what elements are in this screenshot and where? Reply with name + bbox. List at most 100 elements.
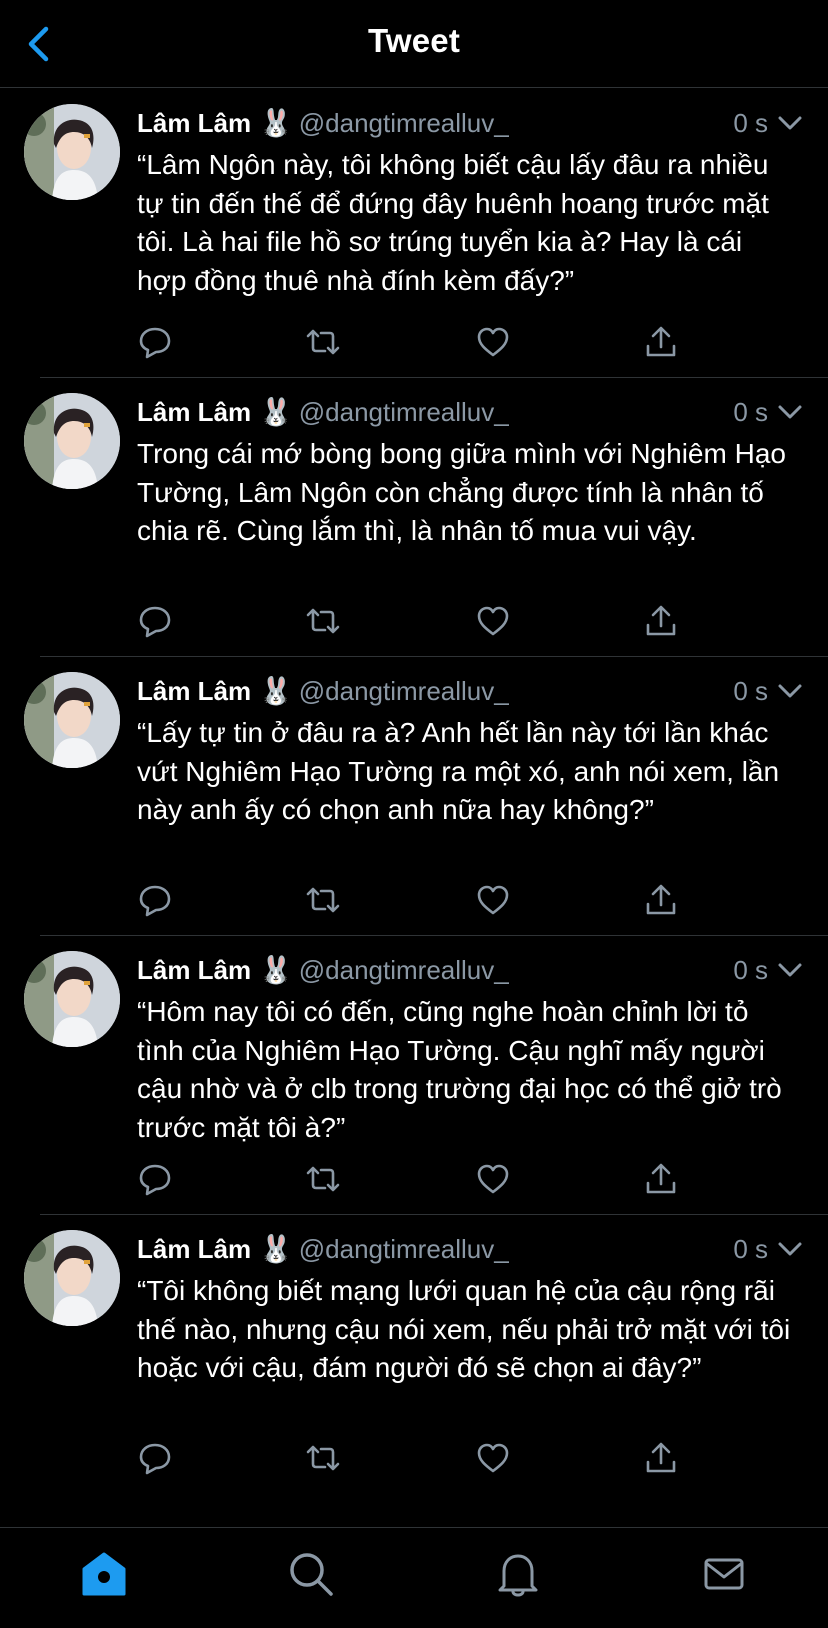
- reply-button[interactable]: [137, 1161, 173, 1197]
- tweet-feed[interactable]: Lâm Lâm 🐰 @dangtimrealluv_ 0 s “Lâm Ngôn này…: [0, 89, 828, 1527]
- share-button[interactable]: [643, 1161, 679, 1197]
- tweet-actions: [137, 1440, 677, 1480]
- tweet-item[interactable]: Lâm Lâm 🐰 @dangtimrealluv_ 0 s “Tôi không bi…: [0, 1215, 828, 1504]
- user-handle[interactable]: @dangtimrealluv_: [299, 397, 509, 428]
- tweet-header: Lâm Lâm 🐰 @dangtimrealluv_ 0 s: [137, 671, 804, 711]
- avatar-photo: [24, 951, 120, 1047]
- like-icon: [477, 1164, 509, 1194]
- tweet-item[interactable]: Lâm Lâm 🐰 @dangtimrealluv_ 0 s “Lâm Ngôn này…: [0, 89, 828, 378]
- avatar-photo: [24, 104, 120, 200]
- tweet-timestamp: 0 s: [733, 1233, 768, 1264]
- rabbit-emoji: 🐰: [259, 676, 293, 706]
- avatar[interactable]: [24, 951, 120, 1047]
- retweet-button[interactable]: [305, 603, 341, 639]
- avatar-photo: [24, 393, 120, 489]
- reply-icon: [139, 885, 171, 917]
- avatar[interactable]: [24, 104, 120, 200]
- tab-notifications[interactable]: [494, 1550, 542, 1598]
- share-icon: [646, 605, 676, 636]
- share-icon: [646, 884, 676, 915]
- tweet-text: “Tôi không biết mạng lưới quan hệ của cậ…: [137, 1275, 791, 1383]
- share-button[interactable]: [643, 882, 679, 918]
- display-name[interactable]: Lâm Lâm: [137, 676, 251, 707]
- tweet-options-button[interactable]: [776, 1235, 804, 1263]
- reply-icon: [139, 606, 171, 638]
- reply-icon: [139, 1443, 171, 1475]
- display-name[interactable]: Lâm Lâm: [137, 955, 251, 986]
- tab-home[interactable]: [80, 1550, 128, 1598]
- chevron-down-icon: [778, 963, 802, 977]
- user-handle[interactable]: @dangtimrealluv_: [299, 955, 509, 986]
- retweet-button[interactable]: [305, 882, 341, 918]
- retweet-button[interactable]: [305, 1161, 341, 1197]
- reply-button[interactable]: [137, 882, 173, 918]
- tweet-header: Lâm Lâm 🐰 @dangtimrealluv_ 0 s: [137, 1229, 804, 1269]
- reply-button[interactable]: [137, 324, 173, 360]
- avatar[interactable]: [24, 393, 120, 489]
- reply-button[interactable]: [137, 1440, 173, 1476]
- like-icon: [477, 885, 509, 915]
- like-button[interactable]: [475, 324, 511, 360]
- share-icon: [646, 1442, 676, 1473]
- share-icon: [646, 1163, 676, 1194]
- tweet-options-button[interactable]: [776, 956, 804, 984]
- avatar[interactable]: [24, 672, 120, 768]
- tweet-actions: [137, 882, 677, 922]
- share-button[interactable]: [643, 603, 679, 639]
- like-button[interactable]: [475, 882, 511, 918]
- tweet-item[interactable]: Lâm Lâm 🐰 @dangtimrealluv_ 0 s Trong cái mớ …: [0, 378, 828, 657]
- bottom-tab-bar: [0, 1527, 828, 1628]
- top-navigation-bar: Tweet: [0, 0, 828, 88]
- display-name[interactable]: Lâm Lâm: [137, 108, 251, 139]
- like-icon: [477, 1443, 509, 1473]
- chevron-down-icon: [778, 116, 802, 130]
- notifications-icon: [498, 1554, 538, 1597]
- rabbit-emoji: 🐰: [259, 397, 293, 427]
- retweet-icon: [306, 1445, 340, 1471]
- tweet-text: Trong cái mớ bòng bong giữa mình với Ngh…: [137, 438, 786, 546]
- retweet-button[interactable]: [305, 1440, 341, 1476]
- display-name[interactable]: Lâm Lâm: [137, 397, 251, 428]
- chevron-down-icon: [778, 1242, 802, 1256]
- tab-search[interactable]: [287, 1550, 335, 1598]
- search-icon: [290, 1553, 333, 1596]
- share-button[interactable]: [643, 1440, 679, 1476]
- page-title: Tweet: [367, 22, 461, 59]
- tweet-text: “Hôm nay tôi có đến, cũng nghe hoàn chỉn…: [137, 996, 782, 1143]
- rabbit-emoji: 🐰: [259, 955, 293, 985]
- tweet-text: “Lâm Ngôn này, tôi không biết cậu lấy đâ…: [137, 149, 769, 296]
- retweet-button[interactable]: [305, 324, 341, 360]
- tweet-header: Lâm Lâm 🐰 @dangtimrealluv_ 0 s: [137, 103, 804, 143]
- user-handle[interactable]: @dangtimrealluv_: [299, 1234, 509, 1265]
- like-button[interactable]: [475, 1440, 511, 1476]
- tab-messages[interactable]: [700, 1550, 748, 1598]
- tweet-item[interactable]: Lâm Lâm 🐰 @dangtimrealluv_ 0 s “Lấy tự tin ở…: [0, 657, 828, 936]
- tweet-timestamp: 0 s: [733, 107, 768, 138]
- retweet-icon: [306, 1166, 340, 1192]
- like-button[interactable]: [475, 603, 511, 639]
- tweet-options-button[interactable]: [776, 677, 804, 705]
- tweet-header: Lâm Lâm 🐰 @dangtimrealluv_ 0 s: [137, 950, 804, 990]
- like-button[interactable]: [475, 1161, 511, 1197]
- chevron-down-icon: [778, 405, 802, 419]
- reply-button[interactable]: [137, 603, 173, 639]
- tweet-actions: [137, 1161, 677, 1201]
- tweet-options-button[interactable]: [776, 398, 804, 426]
- avatar-photo: [24, 672, 120, 768]
- avatar-photo: [24, 1230, 120, 1326]
- retweet-icon: [306, 608, 340, 634]
- user-handle[interactable]: @dangtimrealluv_: [299, 676, 509, 707]
- tweet-actions: [137, 324, 677, 364]
- tweet-options-button[interactable]: [776, 109, 804, 137]
- display-name[interactable]: Lâm Lâm: [137, 1234, 251, 1265]
- tweet-item[interactable]: Lâm Lâm 🐰 @dangtimrealluv_ 0 s “Hôm nay tôi …: [0, 936, 828, 1215]
- user-handle[interactable]: @dangtimrealluv_: [299, 108, 509, 139]
- home-icon: [82, 1552, 126, 1596]
- tweet-timestamp: 0 s: [733, 954, 768, 985]
- share-icon: [646, 326, 676, 357]
- tweet-thread-screen: Tweet Lâm Lâm 🐰 @dangtimrealluv_ 0 s “Lâm Ng…: [0, 0, 828, 1628]
- tweet-timestamp: 0 s: [733, 396, 768, 427]
- like-icon: [477, 606, 509, 636]
- avatar[interactable]: [24, 1230, 120, 1326]
- share-button[interactable]: [643, 324, 679, 360]
